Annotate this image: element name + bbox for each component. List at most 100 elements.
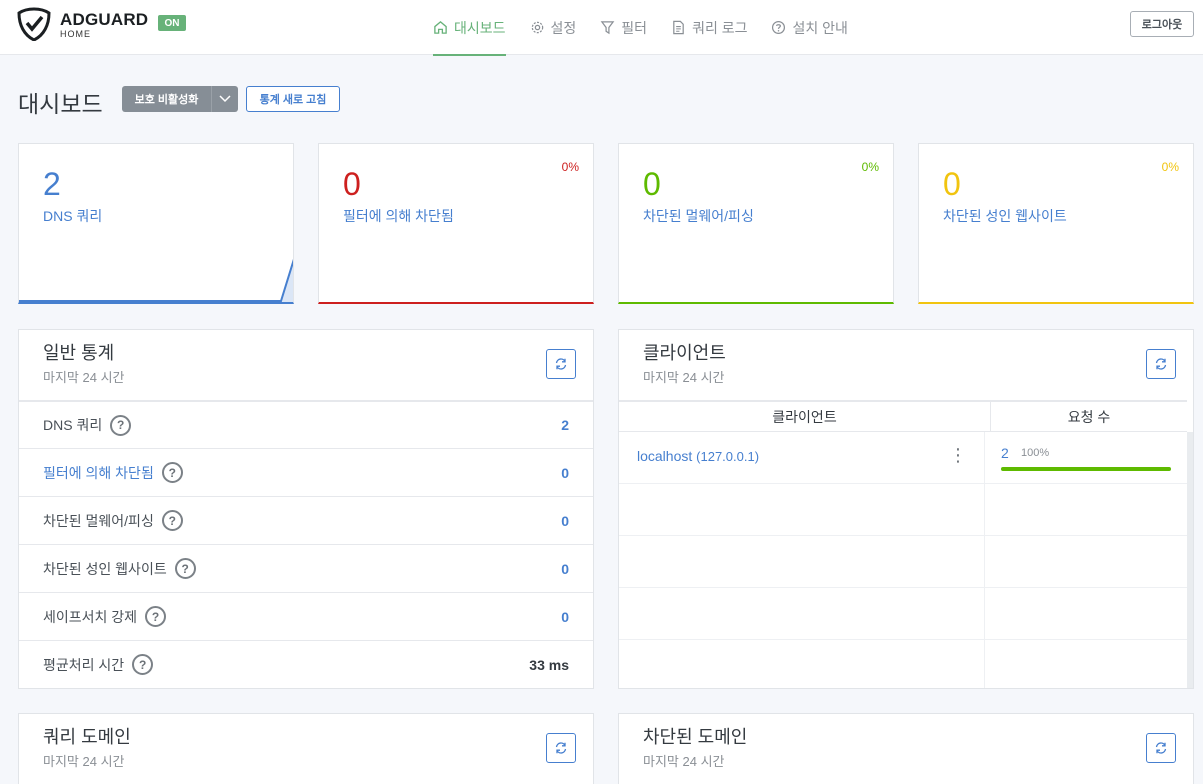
refresh-stats-button[interactable]: 통계 새로 고침 [246, 86, 340, 112]
protection-status-badge: ON [158, 15, 186, 31]
progress-fill [1001, 467, 1171, 471]
brand-subtitle: HOME [60, 29, 91, 39]
nav-query-log-label: 쿼리 로그 [692, 19, 748, 36]
stats-row-label[interactable]: 필터에 의해 차단됨 [43, 463, 154, 483]
refresh-icon [555, 358, 567, 370]
protection-dropdown-toggle[interactable] [211, 86, 238, 112]
top-header: ADGUARD HOME ON 대시보드 설정 필터 쿼리 로그 설치 안내 로… [0, 0, 1203, 56]
nav-dashboard[interactable]: 대시보드 [433, 0, 506, 56]
stat-percent: 0% [1161, 160, 1179, 174]
nav-setup-guide-label: 설치 안내 [792, 19, 848, 36]
client-request-progress [1001, 467, 1171, 471]
stats-row-name[interactable]: 필터에 의해 차단됨? [43, 462, 183, 483]
stat-label: 차단된 멀웨어/피싱 [643, 208, 754, 224]
page-title: 대시보드 [18, 91, 103, 117]
refresh-icon [1155, 358, 1167, 370]
client-request-percent: 100% [1021, 447, 1050, 459]
stat-label: DNS 쿼리 [43, 208, 103, 224]
client-ip: (127.0.0.1) [696, 449, 760, 464]
help-circle-icon [772, 20, 786, 35]
column-header-requests[interactable]: 요청 수 [991, 402, 1187, 431]
refresh-icon [1155, 742, 1167, 754]
logout-button[interactable]: 로그아웃 [1130, 11, 1194, 37]
stats-row-value[interactable]: 0 [561, 609, 569, 625]
home-icon [434, 21, 447, 34]
stats-row-label: 차단된 멀웨어/피싱 [43, 512, 154, 529]
disable-protection-button[interactable]: 보호 비활성화 [122, 91, 211, 107]
panel-subtitle: 마지막 24 시간 [643, 370, 725, 385]
stat-label: 차단된 성인 웹사이트 [943, 208, 1067, 224]
filter-icon [600, 21, 615, 35]
table-row-empty [619, 536, 1187, 588]
panel-title: 클라이언트 [643, 343, 726, 363]
general-stats-panel: 일반 통계 마지막 24 시간 DNS 쿼리? 2 필터에 의해 차단됨? 0 … [18, 329, 594, 689]
stat-value: 0 [643, 166, 661, 202]
stats-row-value[interactable]: 2 [561, 417, 569, 433]
help-icon[interactable]: ? [161, 462, 183, 483]
stats-row-name: 평균처리 시간? [43, 654, 154, 675]
stat-label: 필터에 의해 차단됨 [343, 208, 454, 224]
column-header-client[interactable]: 클라이언트 [619, 402, 991, 431]
client-request-count: 2 [1001, 445, 1009, 461]
panel-subtitle: 마지막 24 시간 [643, 754, 725, 769]
refresh-button[interactable] [546, 349, 576, 379]
table-row: localhost (127.0.0.1) ⋮ 2 100% [619, 432, 1187, 484]
stats-row-label: 평균처리 시간 [43, 656, 125, 673]
main-nav: 대시보드 설정 필터 쿼리 로그 설치 안내 [433, 0, 872, 56]
client-name-link[interactable]: localhost (127.0.0.1) [637, 448, 759, 464]
clients-panel: 클라이언트 마지막 24 시간 클라이언트 요청 수 localhost (12… [618, 329, 1194, 689]
nav-dashboard-label: 대시보드 [454, 19, 506, 36]
panel-title: 차단된 도메인 [643, 727, 748, 747]
stat-percent: 0% [861, 160, 879, 174]
stats-row-name: DNS 쿼리? [43, 414, 132, 436]
stats-row-avg-processing-time: 평균처리 시간? 33 ms [19, 640, 593, 688]
nav-query-log[interactable]: 쿼리 로그 [671, 0, 747, 55]
stats-row-label: 세이프서치 강제 [43, 608, 138, 625]
refresh-icon [555, 742, 567, 754]
stat-percent: 0% [561, 160, 579, 174]
stat-value: 0 [343, 166, 361, 202]
stats-row-value[interactable]: 0 [561, 561, 569, 577]
refresh-button[interactable] [546, 733, 576, 763]
stats-row-value[interactable]: 0 [561, 513, 569, 529]
brand-name: ADGUARD [60, 10, 149, 29]
refresh-button[interactable] [1146, 733, 1176, 763]
top-blocked-domains-panel: 차단된 도메인 마지막 24 시간 [618, 713, 1194, 784]
help-icon[interactable]: ? [161, 510, 183, 531]
stats-row-name: 차단된 성인 웹사이트? [43, 558, 196, 579]
more-options-icon[interactable]: ⋮ [949, 446, 967, 464]
clients-table-header: 클라이언트 요청 수 [619, 400, 1187, 432]
chevron-down-icon [219, 95, 231, 103]
stats-row-label: DNS 쿼리 [43, 417, 103, 433]
nav-settings-label: 설정 [550, 19, 577, 36]
help-icon[interactable]: ? [145, 606, 167, 627]
client-name[interactable]: localhost [637, 448, 692, 464]
stats-row-safesearch: 세이프서치 강제? 0 [19, 592, 593, 640]
column-divider [984, 536, 985, 588]
brand: ADGUARD HOME [60, 11, 148, 39]
table-row-empty [619, 640, 1187, 688]
stats-row-name: 차단된 멀웨어/피싱? [43, 510, 183, 531]
adguard-shield-logo-icon[interactable] [17, 7, 51, 41]
stats-row-blocked-adult: 차단된 성인 웹사이트? 0 [19, 544, 593, 592]
table-scrollbar[interactable] [1187, 432, 1193, 688]
refresh-button[interactable] [1146, 349, 1176, 379]
top-queried-domains-panel: 쿼리 도메인 마지막 24 시간 [18, 713, 594, 784]
nav-setup-guide[interactable]: 설치 안내 [771, 0, 848, 55]
nav-filters[interactable]: 필터 [600, 0, 647, 55]
panel-subtitle: 마지막 24 시간 [43, 754, 125, 769]
stat-value: 0 [943, 166, 961, 202]
nav-settings[interactable]: 설정 [530, 0, 577, 55]
stats-row-value[interactable]: 0 [561, 465, 569, 481]
column-divider [984, 432, 985, 484]
stat-card-blocked-malware: 0 차단된 멀웨어/피싱 0% [618, 143, 894, 304]
help-icon[interactable]: ? [174, 558, 196, 579]
column-divider [984, 484, 985, 536]
stat-card-blocked-by-filters: 0 필터에 의해 차단됨 0% [318, 143, 594, 304]
help-icon[interactable]: ? [132, 654, 154, 675]
stats-row-name: 세이프서치 강제? [43, 606, 167, 627]
panel-subtitle: 마지막 24 시간 [43, 370, 125, 385]
help-icon[interactable]: ? [110, 414, 132, 436]
panel-title: 일반 통계 [43, 343, 115, 363]
gear-icon [531, 21, 543, 34]
